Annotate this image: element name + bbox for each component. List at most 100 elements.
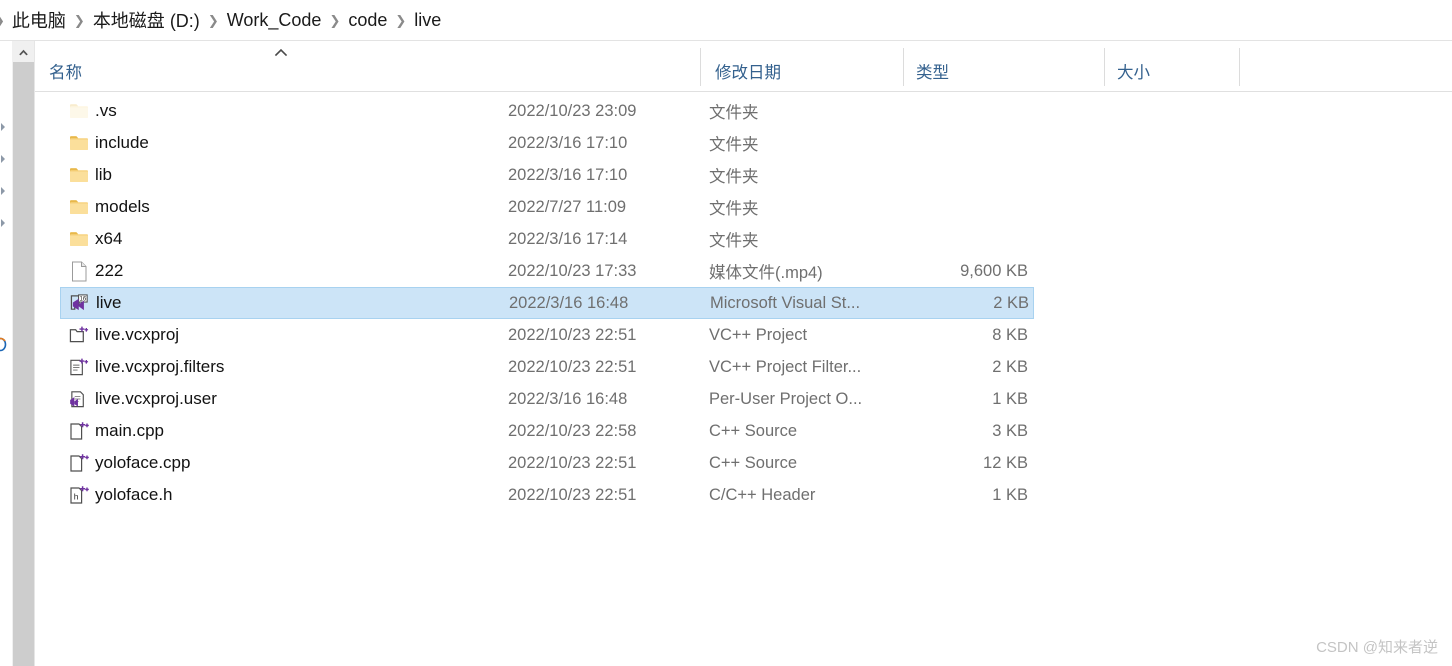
table-row[interactable]: 222 2022/10/23 17:33 媒体文件(.mp4) 9,600 KB	[60, 255, 1034, 287]
file-name-cell: live	[96, 293, 122, 312]
column-header-name[interactable]: 名称	[49, 41, 700, 91]
file-rows-container: .vs 2022/10/23 23:09 文件夹 include 2022/3/16 1…	[35, 91, 1452, 666]
folder-icon	[69, 197, 89, 217]
table-row[interactable]: live.vcxproj.filters 2022/10/23 22:51 VC++…	[60, 351, 1034, 383]
chevron-right-icon[interactable]: ❯	[322, 14, 347, 27]
folder-hidden-icon	[69, 101, 89, 121]
column-header-type-label: 类型	[916, 63, 949, 82]
file-name-cell: yoloface.h	[95, 485, 173, 504]
breadcrumb[interactable]: ❯ 此电脑 ❯ 本地磁盘 (D:) ❯ Work_Code ❯ code ❯ l…	[0, 0, 1452, 41]
file-size-cell: 1 KB	[992, 485, 1028, 504]
cpp-source-icon	[69, 453, 89, 473]
file-size-cell: 3 KB	[992, 421, 1028, 440]
scrollbar-thumb[interactable]	[13, 62, 34, 666]
file-name-cell: .vs	[95, 101, 117, 120]
blank-file-icon	[69, 261, 89, 281]
folder-icon	[69, 229, 89, 249]
file-date-cell: 2022/3/16 17:10	[508, 165, 628, 184]
chevron-right-icon[interactable]: ❯	[388, 14, 413, 27]
file-date-cell: 2022/10/23 22:51	[508, 325, 637, 344]
file-date-cell: 2022/3/16 16:48	[509, 293, 629, 312]
table-row[interactable]: live.vcxproj 2022/10/23 22:51 VC++ Project…	[60, 319, 1034, 351]
tree-expand-chevron-icon[interactable]	[0, 154, 8, 164]
scrollbar-up-arrow-icon[interactable]	[13, 41, 34, 62]
vs-solution-icon: 16	[70, 293, 90, 313]
breadcrumb-item-live[interactable]: live	[413, 8, 442, 33]
chevron-right-icon[interactable]: ❯	[201, 14, 226, 27]
file-date-cell: 2022/10/23 23:09	[508, 101, 637, 120]
table-row[interactable]: h yoloface.h 2022/10/23 22:51 C/C++ Header 1…	[60, 479, 1034, 511]
breadcrumb-item-local-disk-d[interactable]: 本地磁盘 (D:)	[92, 5, 201, 35]
file-size-cell: 12 KB	[983, 453, 1028, 472]
cpp-source-icon	[69, 421, 89, 441]
file-name-cell: 222	[95, 261, 124, 280]
column-header-type-spacer	[717, 41, 903, 91]
svg-text:h: h	[74, 492, 79, 502]
folder-icon	[69, 165, 89, 185]
tree-expand-chevron-icon[interactable]	[0, 122, 8, 132]
file-list-view: 名称 修改日期 类型 大小 .vs 2022/10/23 23:09 文件夹 incl…	[34, 41, 1452, 666]
column-header-size[interactable]: 大小	[1117, 41, 1237, 91]
file-name-cell: include	[95, 133, 149, 152]
chevron-right-icon[interactable]: ❯	[67, 14, 92, 27]
column-divider[interactable]	[903, 48, 904, 86]
column-divider[interactable]	[1104, 48, 1105, 86]
file-type-cell: 文件夹	[709, 136, 759, 154]
table-row[interactable]: models 2022/7/27 11:09 文件夹	[60, 191, 1034, 223]
table-row[interactable]: lib 2022/3/16 17:10 文件夹	[60, 159, 1034, 191]
file-date-cell: 2022/10/23 17:33	[508, 261, 637, 280]
table-row[interactable]: main.cpp 2022/10/23 22:58 C++ Source 3 KB	[60, 415, 1034, 447]
column-divider[interactable]	[700, 48, 701, 86]
vcxproj-icon	[69, 325, 89, 345]
table-row[interactable]: yoloface.cpp 2022/10/23 22:51 C++ Source 12…	[60, 447, 1034, 479]
onedrive-icon[interactable]	[0, 337, 7, 352]
breadcrumb-item-code[interactable]: code	[347, 8, 388, 33]
column-divider[interactable]	[1239, 48, 1240, 86]
tree-expand-chevron-icon[interactable]	[0, 218, 8, 228]
file-type-cell: 文件夹	[709, 232, 759, 250]
breadcrumb-leading-chevron-icon[interactable]: ❯	[0, 14, 11, 27]
file-size-cell: 9,600 KB	[960, 261, 1028, 280]
file-type-cell: 文件夹	[709, 200, 759, 218]
file-date-cell: 2022/10/23 22:58	[508, 421, 637, 440]
csdn-watermark: CSDN @知来者逆	[1316, 639, 1438, 656]
column-header-type[interactable]: 类型	[916, 41, 1103, 91]
file-name-cell: models	[95, 197, 150, 216]
navigation-pane-edge	[0, 41, 12, 666]
file-date-cell: 2022/3/16 16:48	[508, 389, 628, 408]
vertical-scrollbar[interactable]	[12, 41, 34, 666]
file-size-cell: 1 KB	[992, 389, 1028, 408]
table-row[interactable]: include 2022/3/16 17:10 文件夹	[60, 127, 1034, 159]
file-size-cell: 2 KB	[992, 357, 1028, 376]
table-row[interactable]: 16 live 2022/3/16 16:48 Microsoft Visual St…	[60, 287, 1034, 319]
file-name-cell: live.vcxproj	[95, 325, 180, 344]
breadcrumb-item-work-code[interactable]: Work_Code	[226, 8, 323, 33]
file-date-cell: 2022/3/16 17:10	[508, 133, 628, 152]
file-date-cell: 2022/10/23 22:51	[508, 357, 637, 376]
file-name-cell: yoloface.cpp	[95, 453, 191, 472]
column-header-row: 名称 修改日期 类型 大小	[35, 41, 1452, 92]
c-header-icon: h	[69, 485, 89, 505]
tree-expand-chevron-icon[interactable]	[0, 186, 8, 196]
file-date-cell: 2022/10/23 22:51	[508, 485, 637, 504]
file-type-cell: 文件夹	[709, 104, 759, 122]
file-size-cell: 8 KB	[992, 325, 1028, 344]
file-date-cell: 2022/10/23 22:51	[508, 453, 637, 472]
file-name-cell: live.vcxproj.user	[95, 389, 217, 408]
breadcrumb-item-this-pc[interactable]: 此电脑	[11, 5, 67, 35]
file-type-cell: 文件夹	[709, 168, 759, 186]
column-header-size-label: 大小	[1117, 63, 1150, 82]
file-name-cell: lib	[95, 165, 113, 184]
file-name-cell: live.vcxproj.filters	[95, 357, 225, 376]
file-date-cell: 2022/3/16 17:14	[508, 229, 628, 248]
file-size-cell: 2 KB	[993, 293, 1029, 312]
vcxproj-filters-icon	[69, 357, 89, 377]
vcxproj-user-icon	[69, 389, 89, 409]
table-row[interactable]: x64 2022/3/16 17:14 文件夹	[60, 223, 1034, 255]
table-row[interactable]: .vs 2022/10/23 23:09 文件夹	[60, 95, 1034, 127]
file-name-cell: main.cpp	[95, 421, 164, 440]
file-date-cell: 2022/7/27 11:09	[508, 197, 627, 216]
table-row[interactable]: live.vcxproj.user 2022/3/16 16:48 Per-User…	[60, 383, 1034, 415]
column-header-name-label: 名称	[49, 63, 82, 82]
folder-icon	[69, 133, 89, 153]
